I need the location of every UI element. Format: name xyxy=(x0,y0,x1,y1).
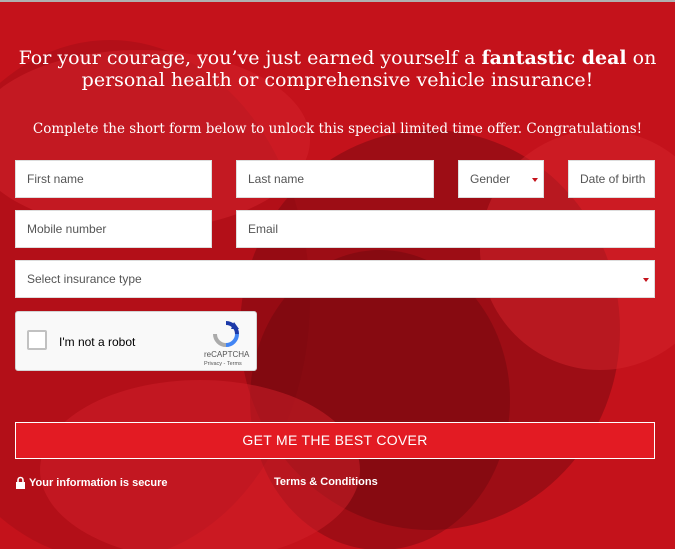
headline-line2: personal health or comprehensive vehicle… xyxy=(81,69,594,91)
email-input[interactable]: Email xyxy=(236,210,655,248)
terms-link[interactable]: Terms & Conditions xyxy=(274,476,378,488)
recaptcha-widget: I'm not a robot reCAPTCHA Privacy - Term… xyxy=(15,311,257,371)
gender-placeholder: Gender xyxy=(470,172,511,186)
last-name-placeholder: Last name xyxy=(248,172,305,186)
mobile-number-input[interactable]: Mobile number xyxy=(15,210,212,248)
mobile-placeholder: Mobile number xyxy=(27,222,107,236)
insurance-type-select[interactable]: Select insurance type xyxy=(15,260,655,298)
recaptcha-logo-icon xyxy=(213,321,239,347)
headline-text-end: on xyxy=(632,47,657,69)
dropdown-caret-icon xyxy=(643,278,649,282)
secure-text: Your information is secure xyxy=(29,476,168,489)
date-of-birth-input[interactable]: Date of birth xyxy=(568,160,655,198)
dropdown-caret-icon xyxy=(532,178,538,182)
top-border xyxy=(0,0,675,2)
first-name-input[interactable]: First name xyxy=(15,160,212,198)
gender-select[interactable]: Gender xyxy=(458,160,544,198)
first-name-placeholder: First name xyxy=(27,172,84,186)
insurance-type-placeholder: Select insurance type xyxy=(27,272,142,286)
headline: For your courage, you’ve just earned you… xyxy=(0,47,675,91)
lock-icon xyxy=(16,476,25,489)
secure-notice: Your information is secure xyxy=(15,476,168,489)
recaptcha-brand: reCAPTCHA xyxy=(204,350,250,359)
dob-placeholder: Date of birth xyxy=(580,172,646,186)
subheadline: Complete the short form below to unlock … xyxy=(32,121,643,137)
get-best-cover-button[interactable]: GET ME THE BEST COVER xyxy=(15,422,655,459)
recaptcha-label: I'm not a robot xyxy=(59,335,136,349)
headline-highlight: fantastic deal xyxy=(481,47,627,69)
email-placeholder: Email xyxy=(248,222,279,236)
last-name-input[interactable]: Last name xyxy=(236,160,434,198)
recaptcha-checkbox[interactable] xyxy=(27,330,47,350)
recaptcha-links[interactable]: Privacy - Terms xyxy=(204,361,242,367)
headline-text: For your courage, you’ve just earned you… xyxy=(18,47,476,69)
